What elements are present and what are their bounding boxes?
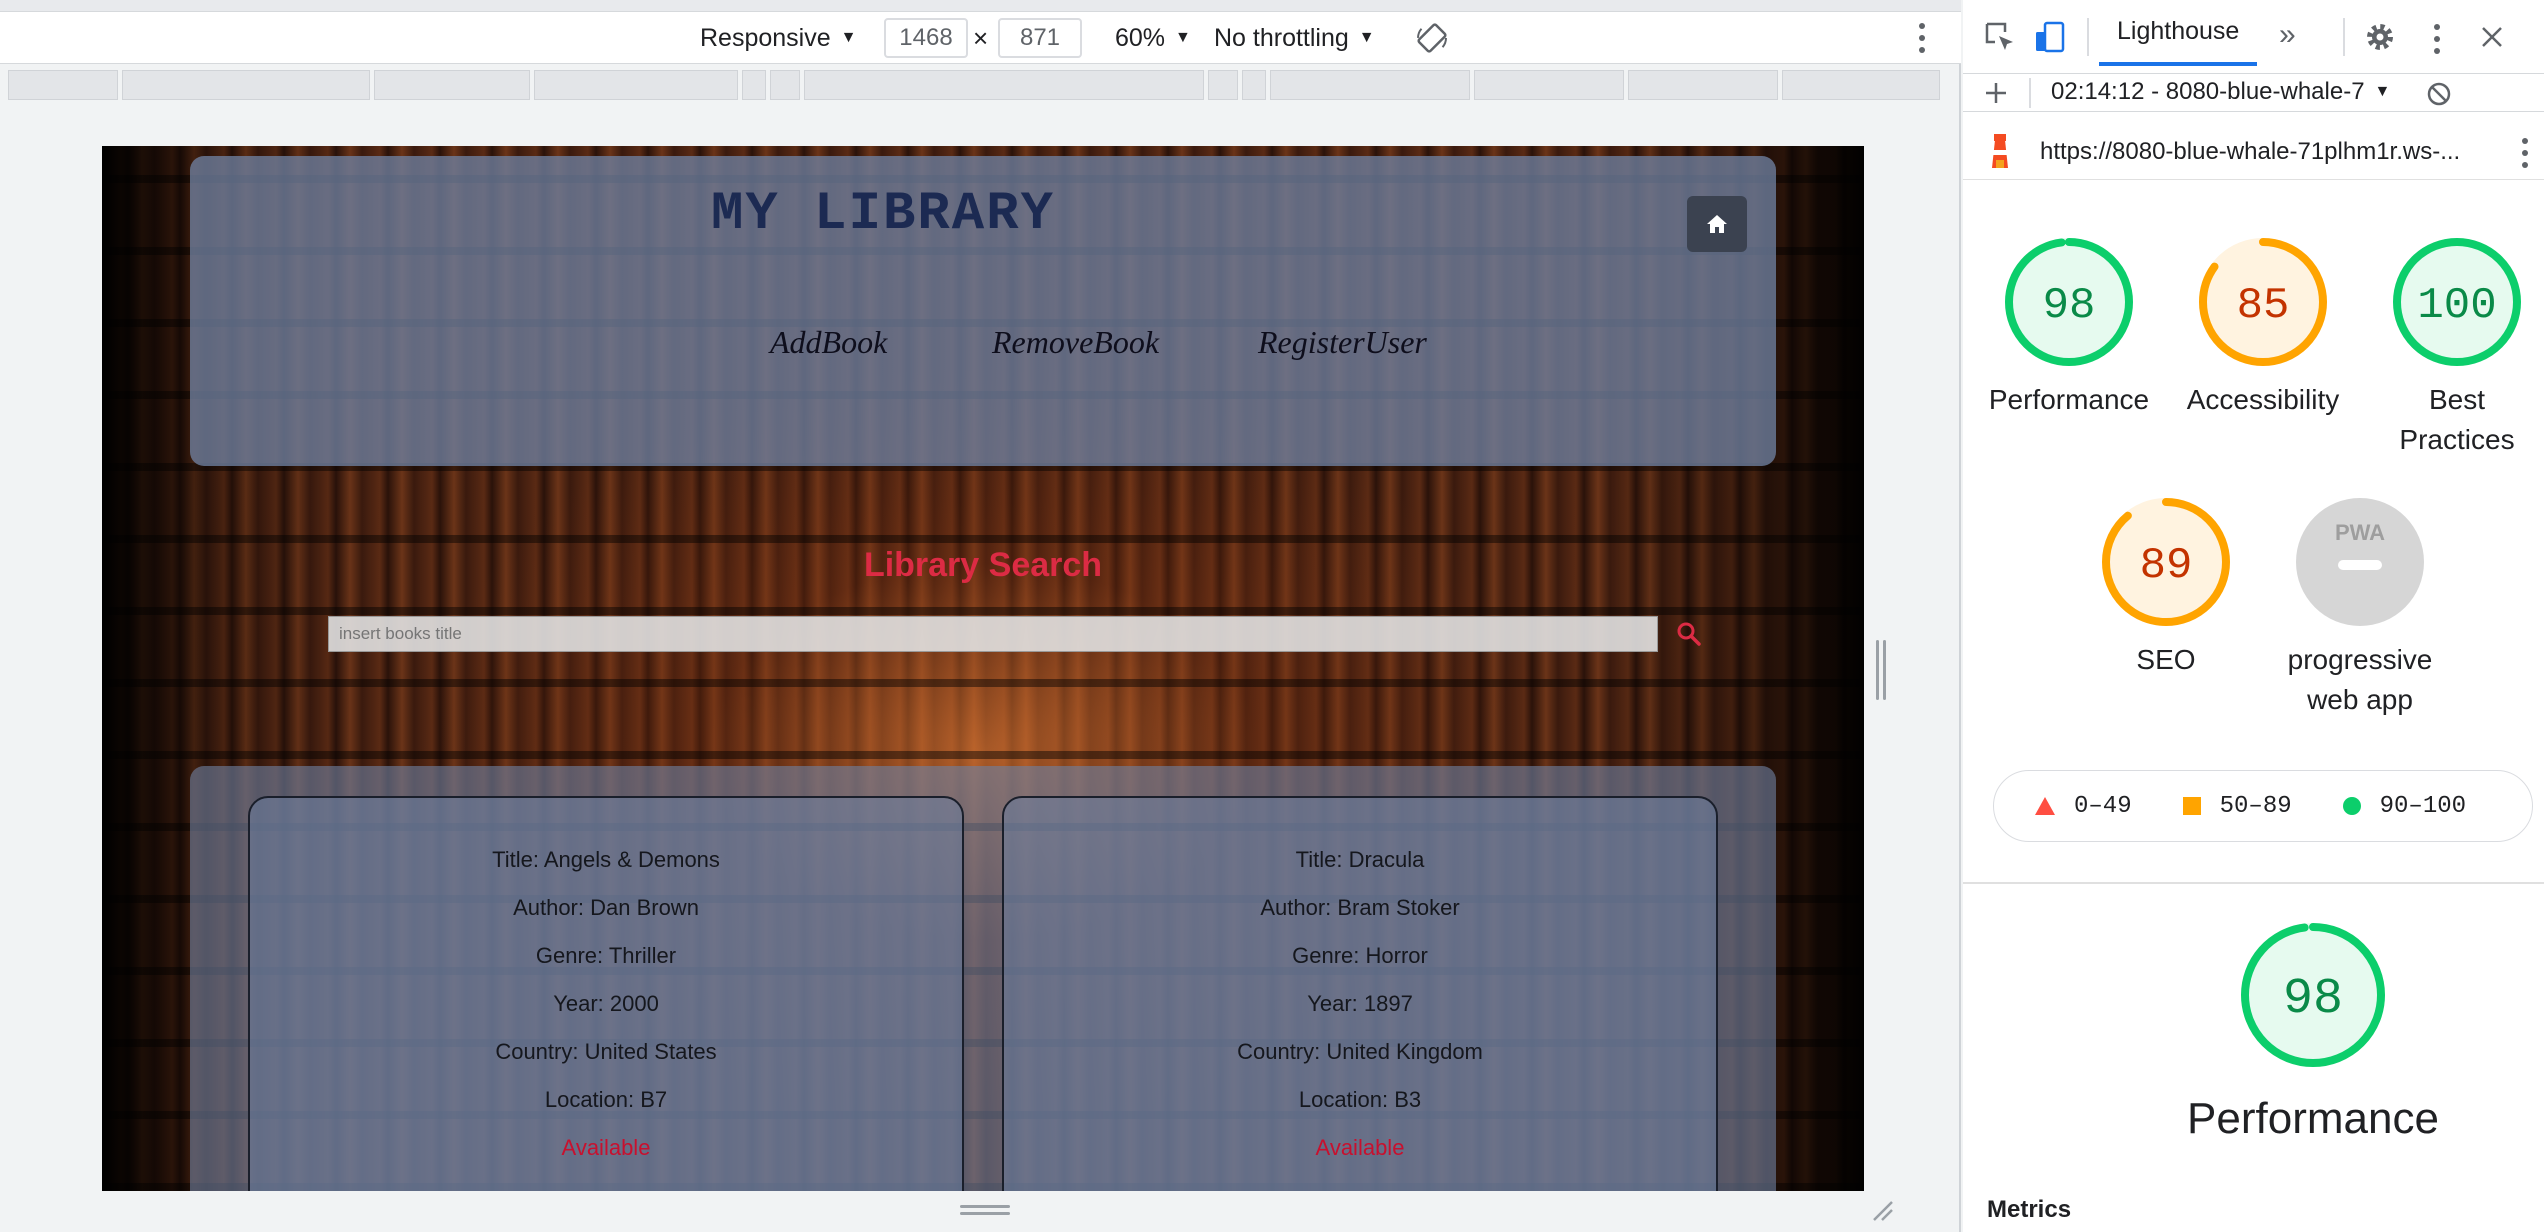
- legend-label: 90–100: [2379, 792, 2467, 820]
- device-emulation-area: Responsive ▼ 1468 × 871 60% ▼ No throttl…: [0, 0, 1961, 1232]
- book-status: Available: [1315, 1135, 1405, 1160]
- book-year: Year: 2000: [553, 991, 659, 1016]
- metrics-heading: Metrics: [1987, 1196, 2072, 1223]
- resize-handle-bottom[interactable]: [960, 1205, 1010, 1219]
- device-mode-label: Responsive: [700, 23, 831, 52]
- gauge-value: 100: [2417, 281, 2496, 331]
- book-genre: Genre: Horror: [1292, 943, 1428, 968]
- search-input[interactable]: [328, 616, 1658, 652]
- home-button[interactable]: [1687, 196, 1747, 252]
- gauge-label: Accessibility: [2186, 384, 2340, 415]
- more-options-icon[interactable]: [2431, 22, 2443, 56]
- report-select[interactable]: 02:14:12 - 8080-blue-whale-7 ▼: [2051, 78, 2390, 106]
- report-url[interactable]: https://8080-blue-whale-71plhm1r.ws-...: [2040, 138, 2460, 166]
- triangle-icon: [2035, 797, 2055, 815]
- pwa-badge-text: PWA: [2335, 520, 2385, 545]
- resize-corner-icon[interactable]: [1870, 1198, 1894, 1222]
- device-toggle-icon[interactable]: [2033, 20, 2067, 54]
- nav-link-addbook[interactable]: AddBook: [770, 324, 887, 361]
- resize-handle-right[interactable]: [1876, 640, 1890, 700]
- score-legend: 0–49 50–89 90–100: [1993, 770, 2533, 842]
- performance-heading: Performance: [2187, 1094, 2439, 1143]
- chevron-down-icon: ▼: [1175, 29, 1191, 46]
- book-card[interactable]: Title: Dracula Author: Bram Stoker Genre…: [1002, 796, 1718, 1191]
- chevron-down-icon: ▼: [1358, 29, 1375, 46]
- legend-item-average: 50–89: [2182, 793, 2292, 820]
- report-url-row: https://8080-blue-whale-71plhm1r.ws-...: [1963, 124, 2544, 180]
- score-gauge-performance[interactable]: 98 Performance: [1969, 236, 2169, 420]
- close-icon[interactable]: [2477, 22, 2507, 52]
- gauge-label: Performance: [1988, 384, 2150, 415]
- device-toolbar: Responsive ▼ 1468 × 871 60% ▼ No throttl…: [0, 12, 1961, 64]
- nav-link-registeruser[interactable]: RegisterUser: [1258, 324, 1427, 361]
- score-gauge-pwa[interactable]: PWA progressive web app: [2260, 496, 2460, 720]
- times-separator: ×: [973, 22, 989, 53]
- legend-label: 50–89: [2219, 792, 2292, 820]
- gauge-label: Best Practices: [2399, 384, 2515, 455]
- report-name: 02:14:12 - 8080-blue-whale-7: [2051, 78, 2365, 105]
- tab-lighthouse[interactable]: Lighthouse: [2099, 0, 2258, 66]
- results-panel: Title: Angels & Demons Author: Dan Brown…: [190, 766, 1776, 1191]
- lighthouse-report-bar: 02:14:12 - 8080-blue-whale-7 ▼: [1963, 74, 2544, 112]
- chevron-down-icon: ▼: [840, 29, 857, 46]
- book-title: Title: Angels & Demons: [492, 847, 720, 872]
- book-card[interactable]: Title: Angels & Demons Author: Dan Brown…: [248, 796, 964, 1191]
- clear-icon[interactable]: [2425, 80, 2453, 108]
- lighthouse-logo-icon: [1992, 134, 2008, 168]
- nav-link-removebook[interactable]: RemoveBook: [992, 324, 1159, 361]
- score-gauge-accessibility[interactable]: 85 Accessibility: [2163, 236, 2363, 420]
- inspect-element-icon[interactable]: [1983, 20, 2017, 54]
- performance-detail-gauge: 98 Performance: [2163, 920, 2463, 1144]
- device-mode-select[interactable]: Responsive ▼: [700, 12, 856, 64]
- home-icon: [1707, 215, 1727, 233]
- more-options-icon[interactable]: [1912, 20, 1932, 56]
- section-divider: [1963, 882, 2544, 884]
- search-icon[interactable]: [1675, 620, 1703, 648]
- height-input[interactable]: 871: [998, 18, 1082, 58]
- book-year: Year: 1897: [1307, 991, 1413, 1016]
- score-gauge-seo[interactable]: 89 SEO: [2066, 496, 2266, 680]
- search-heading: Library Search: [863, 546, 1103, 584]
- gauge-value: 85: [2237, 281, 2290, 331]
- square-icon: [2182, 797, 2201, 815]
- book-title: Title: Dracula: [1295, 847, 1425, 872]
- book-location: Location: B7: [544, 1087, 668, 1112]
- width-input[interactable]: 1468: [884, 18, 968, 58]
- throttling-label: No throttling: [1214, 23, 1349, 52]
- media-query-bar[interactable]: [8, 70, 1954, 100]
- rotate-icon[interactable]: [1415, 12, 1449, 64]
- legend-item-pass: 90–100: [2342, 793, 2466, 820]
- chevron-down-icon: ▼: [2374, 83, 2391, 100]
- window-top-edge: [0, 0, 1961, 12]
- book-author: Author: Dan Brown: [513, 895, 699, 920]
- emulated-viewport: MY LIBRARY AddBook RemoveBook RegisterUs…: [102, 146, 1864, 1191]
- book-status: Available: [561, 1135, 651, 1160]
- circle-icon: [2342, 797, 2361, 815]
- gauge-value: 98: [2283, 971, 2343, 1028]
- gauge-value: 98: [2043, 281, 2096, 331]
- zoom-label: 60%: [1115, 23, 1166, 52]
- throttling-select[interactable]: No throttling ▼: [1214, 12, 1375, 64]
- book-location: Location: B3: [1298, 1087, 1422, 1112]
- legend-label: 0–49: [2074, 792, 2132, 820]
- plus-icon[interactable]: [1981, 78, 2011, 108]
- book-author: Author: Bram Stoker: [1260, 895, 1460, 920]
- more-options-icon[interactable]: [2519, 136, 2531, 170]
- lighthouse-panel: Lighthouse » 02:14:12 - 8080-blue-whale-…: [1963, 0, 2544, 1232]
- book-country: Country: United Kingdom: [1237, 1039, 1483, 1064]
- site-header: MY LIBRARY AddBook RemoveBook RegisterUs…: [190, 156, 1776, 466]
- gauge-label: SEO: [2136, 644, 2196, 675]
- gear-icon[interactable]: [2363, 20, 2397, 54]
- more-tabs-button[interactable]: »: [2279, 18, 2296, 52]
- site-title: MY LIBRARY: [710, 184, 1056, 245]
- score-gauge-best-practices[interactable]: 100 Best Practices: [2357, 236, 2544, 460]
- zoom-select[interactable]: 60% ▼: [1115, 12, 1191, 64]
- devtools-tab-bar: Lighthouse »: [1963, 0, 2544, 74]
- legend-item-fail: 0–49: [2034, 793, 2132, 820]
- book-genre: Genre: Thriller: [535, 943, 677, 968]
- gauge-value: 89: [2140, 541, 2193, 591]
- gauge-label: progressive web app: [2287, 644, 2433, 715]
- book-country: Country: United States: [495, 1039, 717, 1064]
